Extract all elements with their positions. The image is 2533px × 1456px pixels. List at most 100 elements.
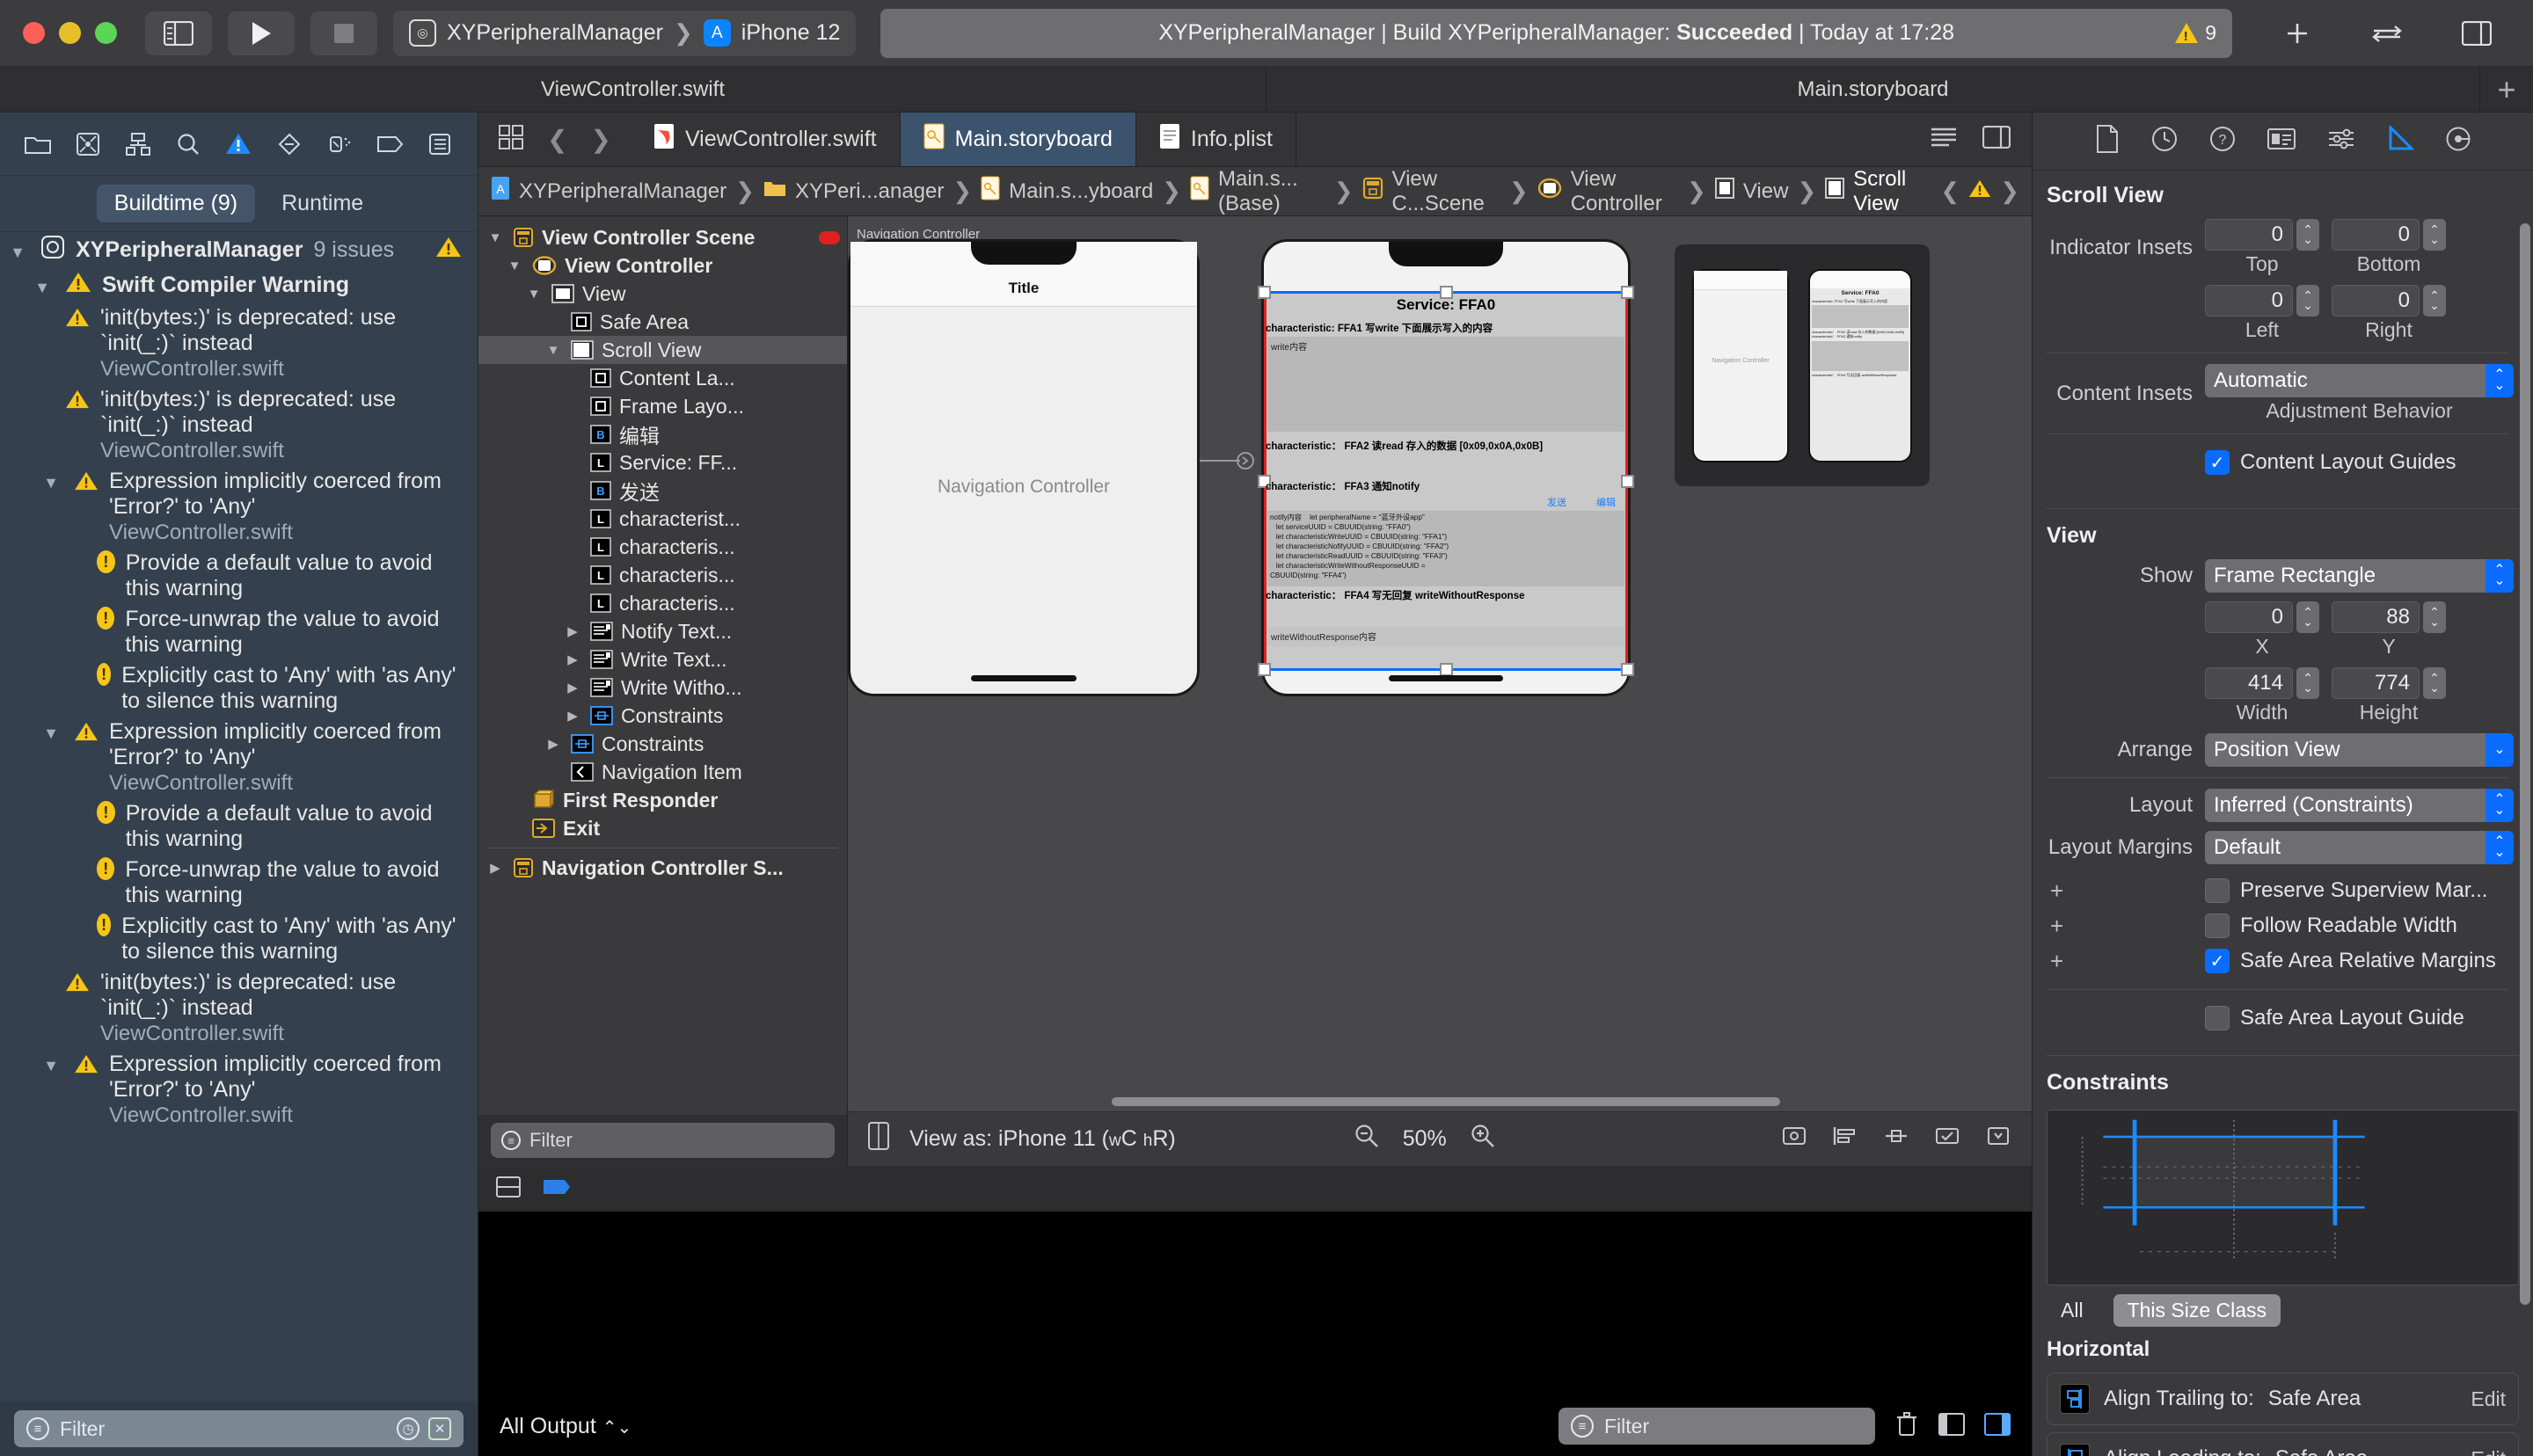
safe-area-relative-margins-checkbox[interactable]: ✓ Safe Area Relative Margins: [2205, 949, 2496, 973]
twisty-right-icon[interactable]: ▶: [563, 708, 582, 724]
identity-inspector-icon[interactable]: [2267, 127, 2296, 155]
console-split-icon[interactable]: [496, 1176, 521, 1202]
twisty-down-icon[interactable]: ▼: [30, 273, 55, 297]
chevron-right-icon[interactable]: ❯: [2000, 178, 2019, 205]
recent-icon[interactable]: ◷: [397, 1417, 420, 1440]
zoom-out-icon[interactable]: [1354, 1123, 1380, 1155]
content-insets-popup[interactable]: Automatic ⌃ ⌄: [2205, 364, 2514, 397]
errors-only-icon[interactable]: ✕: [428, 1417, 451, 1440]
zoom-in-icon[interactable]: [1470, 1123, 1496, 1155]
outline-tree[interactable]: ▼ View Controller Scene ▼ View Controller ▼ V…: [478, 216, 847, 1115]
preview-view-controller[interactable]: Service: FFA0 characteristic: FFA1 写writ…: [1808, 269, 1912, 462]
twisty-down-icon[interactable]: ▼: [39, 719, 63, 743]
navigator-filter-field[interactable]: ≡ Filter ◷ ✕: [14, 1410, 464, 1447]
issue-row[interactable]: ▼ Expression implicitly coerced from 'Er…: [0, 466, 478, 548]
toggle-navigator-button[interactable]: [145, 11, 212, 55]
update-frames-icon[interactable]: [1780, 1124, 1808, 1154]
debug-navigator-icon[interactable]: [314, 117, 364, 171]
report-navigator-icon[interactable]: [415, 117, 465, 171]
fixit-row[interactable]: ! Force-unwrap the value to avoid this w…: [0, 604, 478, 660]
indicator-inset-bottom-stepper[interactable]: ⌃ ⌄: [2423, 219, 2446, 251]
status-warning-badge[interactable]: 9: [2175, 21, 2216, 45]
issue-list[interactable]: ▼ XYPeripheralManager 9 issues ▼ Swift C…: [0, 232, 478, 1401]
search-icon[interactable]: [164, 117, 214, 171]
constraint-row[interactable]: Align Trailing to: Safe Area Edit: [2047, 1372, 2519, 1425]
outline-row[interactable]: Exit: [478, 814, 847, 842]
assistant-editor-icon[interactable]: [1982, 125, 2011, 153]
resize-handle[interactable]: [1621, 663, 1634, 676]
breadcrumb-item[interactable]: XYPeri...anager: [795, 179, 944, 204]
outline-row[interactable]: Safe Area: [478, 308, 847, 336]
issue-row[interactable]: 'init(bytes:)' is deprecated: use `init(…: [0, 967, 478, 1049]
breadcrumb-item[interactable]: Main.s...(Base): [1218, 167, 1325, 215]
twisty-right-icon[interactable]: ▶: [563, 652, 582, 667]
outline-row[interactable]: Lcharacteris...: [478, 533, 847, 561]
twisty-down-icon[interactable]: ▼: [485, 230, 505, 245]
constraint-row[interactable]: Align Leading to: Safe Area Edit: [2047, 1432, 2519, 1456]
edit-button[interactable]: 编辑: [1596, 495, 1616, 509]
resolve-issues-icon[interactable]: [1933, 1124, 1961, 1154]
outline-row[interactable]: L Service: FF...: [478, 448, 847, 477]
notify-textview[interactable]: notify内容 let peripheralName = "蓝牙外设app" …: [1267, 511, 1624, 586]
twisty-right-icon[interactable]: ▶: [485, 860, 505, 876]
fixit-row[interactable]: ! Provide a default value to avoid this …: [0, 548, 478, 604]
inspector-scrollbar[interactable]: [2520, 223, 2530, 1305]
frame-width-stepper[interactable]: ⌃ ⌄: [2296, 667, 2319, 699]
frame-x-stepper[interactable]: ⌃ ⌄: [2296, 601, 2319, 633]
indicator-inset-bottom-field[interactable]: 0: [2332, 219, 2420, 251]
content-layout-guides-checkbox[interactable]: ✓ Content Layout Guides: [2205, 450, 2456, 475]
view-as-label[interactable]: View as: iPhone 11 (wC hR): [909, 1126, 1176, 1152]
outline-row[interactable]: B 发送: [478, 477, 847, 505]
outline-row[interactable]: Lcharacteris...: [478, 589, 847, 617]
breakpoint-navigator-icon[interactable]: [365, 117, 415, 171]
fixit-row[interactable]: ! Provide a default value to avoid this …: [0, 798, 478, 855]
outline-row[interactable]: B 编辑: [478, 420, 847, 448]
console-filter-field[interactable]: ≡ Filter: [1558, 1408, 1875, 1445]
issue-row[interactable]: 'init(bytes:)' is deprecated: use `init(…: [0, 384, 478, 466]
arrange-popup[interactable]: Position View ⌄: [2205, 733, 2514, 767]
add-margin-icon[interactable]: +: [2047, 913, 2193, 940]
issue-row[interactable]: 'init(bytes:)' is deprecated: use `init(…: [0, 302, 478, 384]
editor-tab-viewcontroller[interactable]: ViewController.swift: [631, 113, 901, 166]
outline-row[interactable]: ▼ View Controller: [478, 251, 847, 280]
preserve-superview-margins-checkbox[interactable]: Preserve Superview Mar...: [2205, 878, 2487, 903]
constraint-edit-button[interactable]: Edit: [2471, 1447, 2506, 1456]
layout-popup[interactable]: Inferred (Constraints) ⌃ ⌄: [2205, 789, 2514, 822]
editor-tab-storyboard[interactable]: Main.storyboard: [900, 113, 1136, 166]
outline-row[interactable]: Navigation Item: [478, 758, 847, 786]
canvas-scroll-area[interactable]: Navigation Controller Title Navigation C…: [848, 216, 2032, 1111]
outline-row[interactable]: ▶ Write Witho...: [478, 673, 847, 702]
folder-icon[interactable]: [12, 117, 62, 171]
outline-filter-field[interactable]: ≡ Filter: [491, 1123, 835, 1158]
resize-handle[interactable]: [1440, 663, 1453, 676]
close-window-button[interactable]: [23, 22, 45, 44]
inspector-body[interactable]: Scroll View Indicator Insets 0 ⌃ ⌄ Top 0…: [2033, 171, 2533, 1456]
layout-margins-popup[interactable]: Default ⌃ ⌄: [2205, 831, 2514, 864]
breadcrumb-item[interactable]: View Controller: [1571, 167, 1678, 215]
twisty-down-icon[interactable]: ▼: [5, 238, 30, 262]
tab-viewcontroller-swift[interactable]: ViewController.swift: [0, 67, 1266, 112]
size-inspector-icon[interactable]: [2387, 124, 2415, 157]
twisty-down-icon[interactable]: ▼: [39, 1052, 63, 1075]
outline-row[interactable]: ▶ Write Text...: [478, 645, 847, 673]
fixit-row[interactable]: ! Explicitly cast to 'Any' with 'as Any'…: [0, 911, 478, 967]
scope-runtime[interactable]: Runtime: [264, 185, 381, 222]
safe-area-layout-guide-checkb[interactable]: Safe Area Layout Guide: [2205, 1006, 2464, 1030]
twisty-down-icon[interactable]: ▼: [505, 258, 524, 273]
write-textview[interactable]: write内容: [1267, 337, 1624, 432]
show-console-icon[interactable]: [1938, 1412, 1965, 1440]
preview-panel[interactable]: Navigation Controller Service: FFA0 char…: [1675, 244, 1930, 486]
constraints-diagram[interactable]: [2047, 1110, 2519, 1285]
trash-icon[interactable]: [1894, 1411, 1919, 1442]
toggle-inspector-button[interactable]: [2443, 11, 2510, 55]
issue-project-row[interactable]: ▼ XYPeripheralManager 9 issues: [0, 232, 478, 268]
follow-readable-width-checkbox[interactable]: Follow Readable Width: [2205, 914, 2457, 938]
go-forward-icon[interactable]: ❯: [590, 125, 610, 154]
show-popup[interactable]: Frame Rectangle ⌃ ⌄: [2205, 559, 2514, 593]
send-button[interactable]: 发送: [1547, 495, 1566, 509]
frame-width-field[interactable]: 414: [2205, 667, 2293, 699]
list-view-icon[interactable]: [1930, 126, 1958, 153]
outline-row[interactable]: Lcharacterist...: [478, 505, 847, 533]
connections-inspector-icon[interactable]: [2445, 126, 2471, 157]
symbol-icon[interactable]: [113, 117, 163, 171]
